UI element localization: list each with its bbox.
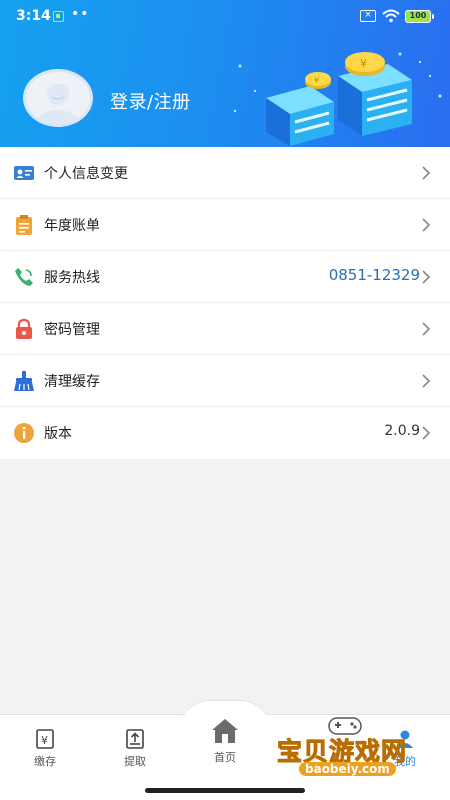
menu-item-label: 个人信息变更 <box>44 166 128 182</box>
tab-label: 首页 <box>214 751 236 764</box>
login-register-link[interactable]: 登录/注册 <box>110 88 191 114</box>
svg-text:¥: ¥ <box>360 57 367 70</box>
svg-text:¥: ¥ <box>41 734 48 747</box>
tab-label: 提取 <box>124 755 146 768</box>
menu-item-password[interactable]: 密码管理 <box>0 303 450 355</box>
menu-item-version[interactable]: 版本 2.0.9 <box>0 407 450 459</box>
app-notification-icon <box>53 11 64 22</box>
menu-item-label: 版本 <box>44 426 72 442</box>
battery-level: 100 <box>409 11 427 20</box>
watermark-url: baobeiy.com <box>299 762 396 776</box>
chevron-right-icon <box>422 322 431 336</box>
default-avatar-icon <box>36 83 80 124</box>
info-icon <box>14 423 34 443</box>
home-icon <box>212 719 238 743</box>
svg-text:¥: ¥ <box>314 76 319 85</box>
phone-icon <box>15 268 33 286</box>
chevron-right-icon <box>422 218 431 232</box>
menu-item-service-hotline[interactable]: 服务热线 0851-12329 <box>0 251 450 303</box>
menu-item-label: 服务热线 <box>44 270 100 286</box>
hotline-number-link[interactable]: 0851-12329 <box>329 266 420 284</box>
tab-home[interactable]: 首页 <box>195 716 255 765</box>
home-indicator <box>145 788 305 793</box>
lock-icon <box>16 318 32 339</box>
tab-deposit[interactable]: ¥ 缴存 <box>15 728 75 769</box>
status-bar: 3:14 •• × 100 <box>0 0 450 34</box>
coins-buildings-illustration: ¥ ¥ <box>233 52 442 146</box>
settings-menu: 个人信息变更 年度账单 服务热线 0851-12329 密码管理 清理缓存 版本… <box>0 147 450 459</box>
deposit-icon: ¥ <box>36 729 54 749</box>
id-card-icon <box>14 166 34 180</box>
chevron-right-icon <box>422 166 431 180</box>
avatar[interactable] <box>23 69 93 127</box>
menu-item-clear-cache[interactable]: 清理缓存 <box>0 355 450 407</box>
chevron-right-icon <box>422 374 431 388</box>
broom-icon <box>14 371 34 391</box>
battery-icon: 100 <box>405 10 434 23</box>
clipboard-icon <box>16 215 32 235</box>
menu-item-annual-bill[interactable]: 年度账单 <box>0 199 450 251</box>
version-number: 2.0.9 <box>384 423 420 439</box>
menu-item-profile-change[interactable]: 个人信息变更 <box>0 147 450 199</box>
menu-item-label: 清理缓存 <box>44 374 100 390</box>
menu-item-label: 密码管理 <box>44 322 100 338</box>
profile-header: 3:14 •• × 100 登录/注册 ¥ ¥ <box>0 0 450 147</box>
menu-item-label: 年度账单 <box>44 218 100 234</box>
more-notifications-icon: •• <box>71 6 90 22</box>
chevron-right-icon <box>422 270 431 284</box>
watermark-logo: 宝贝游戏网 baobeiy.com <box>273 714 423 784</box>
tab-withdraw[interactable]: 提取 <box>105 728 165 769</box>
sim-off-icon: × <box>360 10 376 22</box>
wifi-icon <box>382 9 400 23</box>
status-time: 3:14 <box>16 8 51 24</box>
tab-label: 缴存 <box>34 755 56 768</box>
withdraw-icon <box>126 729 144 749</box>
chevron-right-icon <box>422 426 431 440</box>
